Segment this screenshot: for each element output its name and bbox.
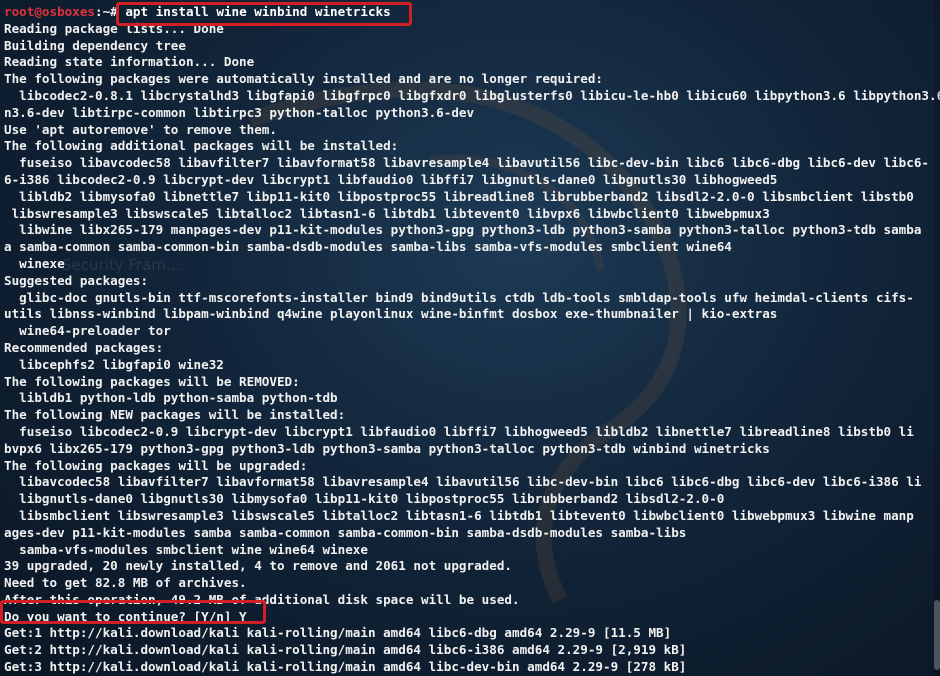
output-line: The following NEW packages will be insta… xyxy=(4,407,346,423)
output-line: Building dependency tree xyxy=(4,37,186,53)
output-line: libswresample3 libswscale5 libtalloc2 li… xyxy=(4,205,770,221)
output-line: The following packages will be upgraded: xyxy=(4,457,308,473)
prompt-user: root@osboxes xyxy=(4,4,95,19)
terminal-output: root@osboxes:~# apt install wine winbind… xyxy=(4,4,940,676)
command-highlight-box xyxy=(116,2,412,26)
output-line: a samba-common samba-common-bin samba-ds… xyxy=(4,239,732,255)
output-line: Get:3 http://kali.download/kali kali-rol… xyxy=(4,659,687,675)
output-line: Get:1 http://kali.download/kali kali-rol… xyxy=(4,625,672,641)
output-line: libcephfs2 libgfapi0 wine32 xyxy=(4,356,224,372)
output-line: Recommended packages: xyxy=(4,339,164,355)
output-line: winexe xyxy=(4,255,65,271)
output-line: Use 'apt autoremove' to remove them. xyxy=(4,121,277,137)
output-line: glibc-doc gnutls-bin ttf-mscorefonts-ins… xyxy=(4,289,914,305)
scrollbar-thumb[interactable] xyxy=(934,600,940,670)
output-line: The following packages were automaticall… xyxy=(4,71,603,87)
output-line: utils libnss-winbind libpam-winbind q4wi… xyxy=(4,306,778,322)
output-line: fuseiso libcodec2-0.9 libcrypt-dev libcr… xyxy=(4,423,914,439)
output-line: Need to get 82.8 MB of archives. xyxy=(4,575,247,591)
output-line: libwine libx265-179 manpages-dev p11-kit… xyxy=(4,222,922,238)
output-line: wine64-preloader tor xyxy=(4,323,171,339)
output-line: bvpx6 libx265-179 python3-gpg python3-ld… xyxy=(4,440,770,456)
output-line: Suggested packages: xyxy=(4,272,149,288)
output-line: libavcodec58 libavfilter7 libavformat58 … xyxy=(4,474,922,490)
output-line: ages-dev p11-kit-modules samba samba-com… xyxy=(4,524,687,540)
scrollbar[interactable] xyxy=(934,0,940,676)
continue-highlight-box xyxy=(0,600,266,624)
output-line: samba-vfs-modules smbclient wine wine64 … xyxy=(4,541,368,557)
terminal-window[interactable]: Security Fram… root@osboxes:~# apt insta… xyxy=(0,0,940,676)
output-line: Get:2 http://kali.download/kali kali-rol… xyxy=(4,642,687,658)
output-line: n3.6-dev libtirpc-common libtirpc3 pytho… xyxy=(4,104,475,120)
output-line: The following packages will be REMOVED: xyxy=(4,373,300,389)
output-line: libldb1 python-ldb python-samba python-t… xyxy=(4,390,338,406)
output-line: Reading state information... Done xyxy=(4,54,255,70)
output-line: The following additional packages will b… xyxy=(4,138,399,154)
output-line: libsmbclient libswresample3 libswscale5 … xyxy=(4,507,914,523)
output-line: libldb2 libmysofa0 libnettle7 libp11-kit… xyxy=(4,188,914,204)
output-line: libcodec2-0.8.1 libcrystalhd3 libgfapi0 … xyxy=(4,87,940,103)
output-line: 39 upgraded, 20 newly installed, 4 to re… xyxy=(4,558,512,574)
output-line: libgnutls-dane0 libgnutls30 libmysofa0 l… xyxy=(4,491,725,507)
output-line: 6-i386 libcodec2-0.9 libcrypt-dev libcry… xyxy=(4,171,778,187)
output-line: fuseiso libavcodec58 libavfilter7 libavf… xyxy=(4,155,930,171)
